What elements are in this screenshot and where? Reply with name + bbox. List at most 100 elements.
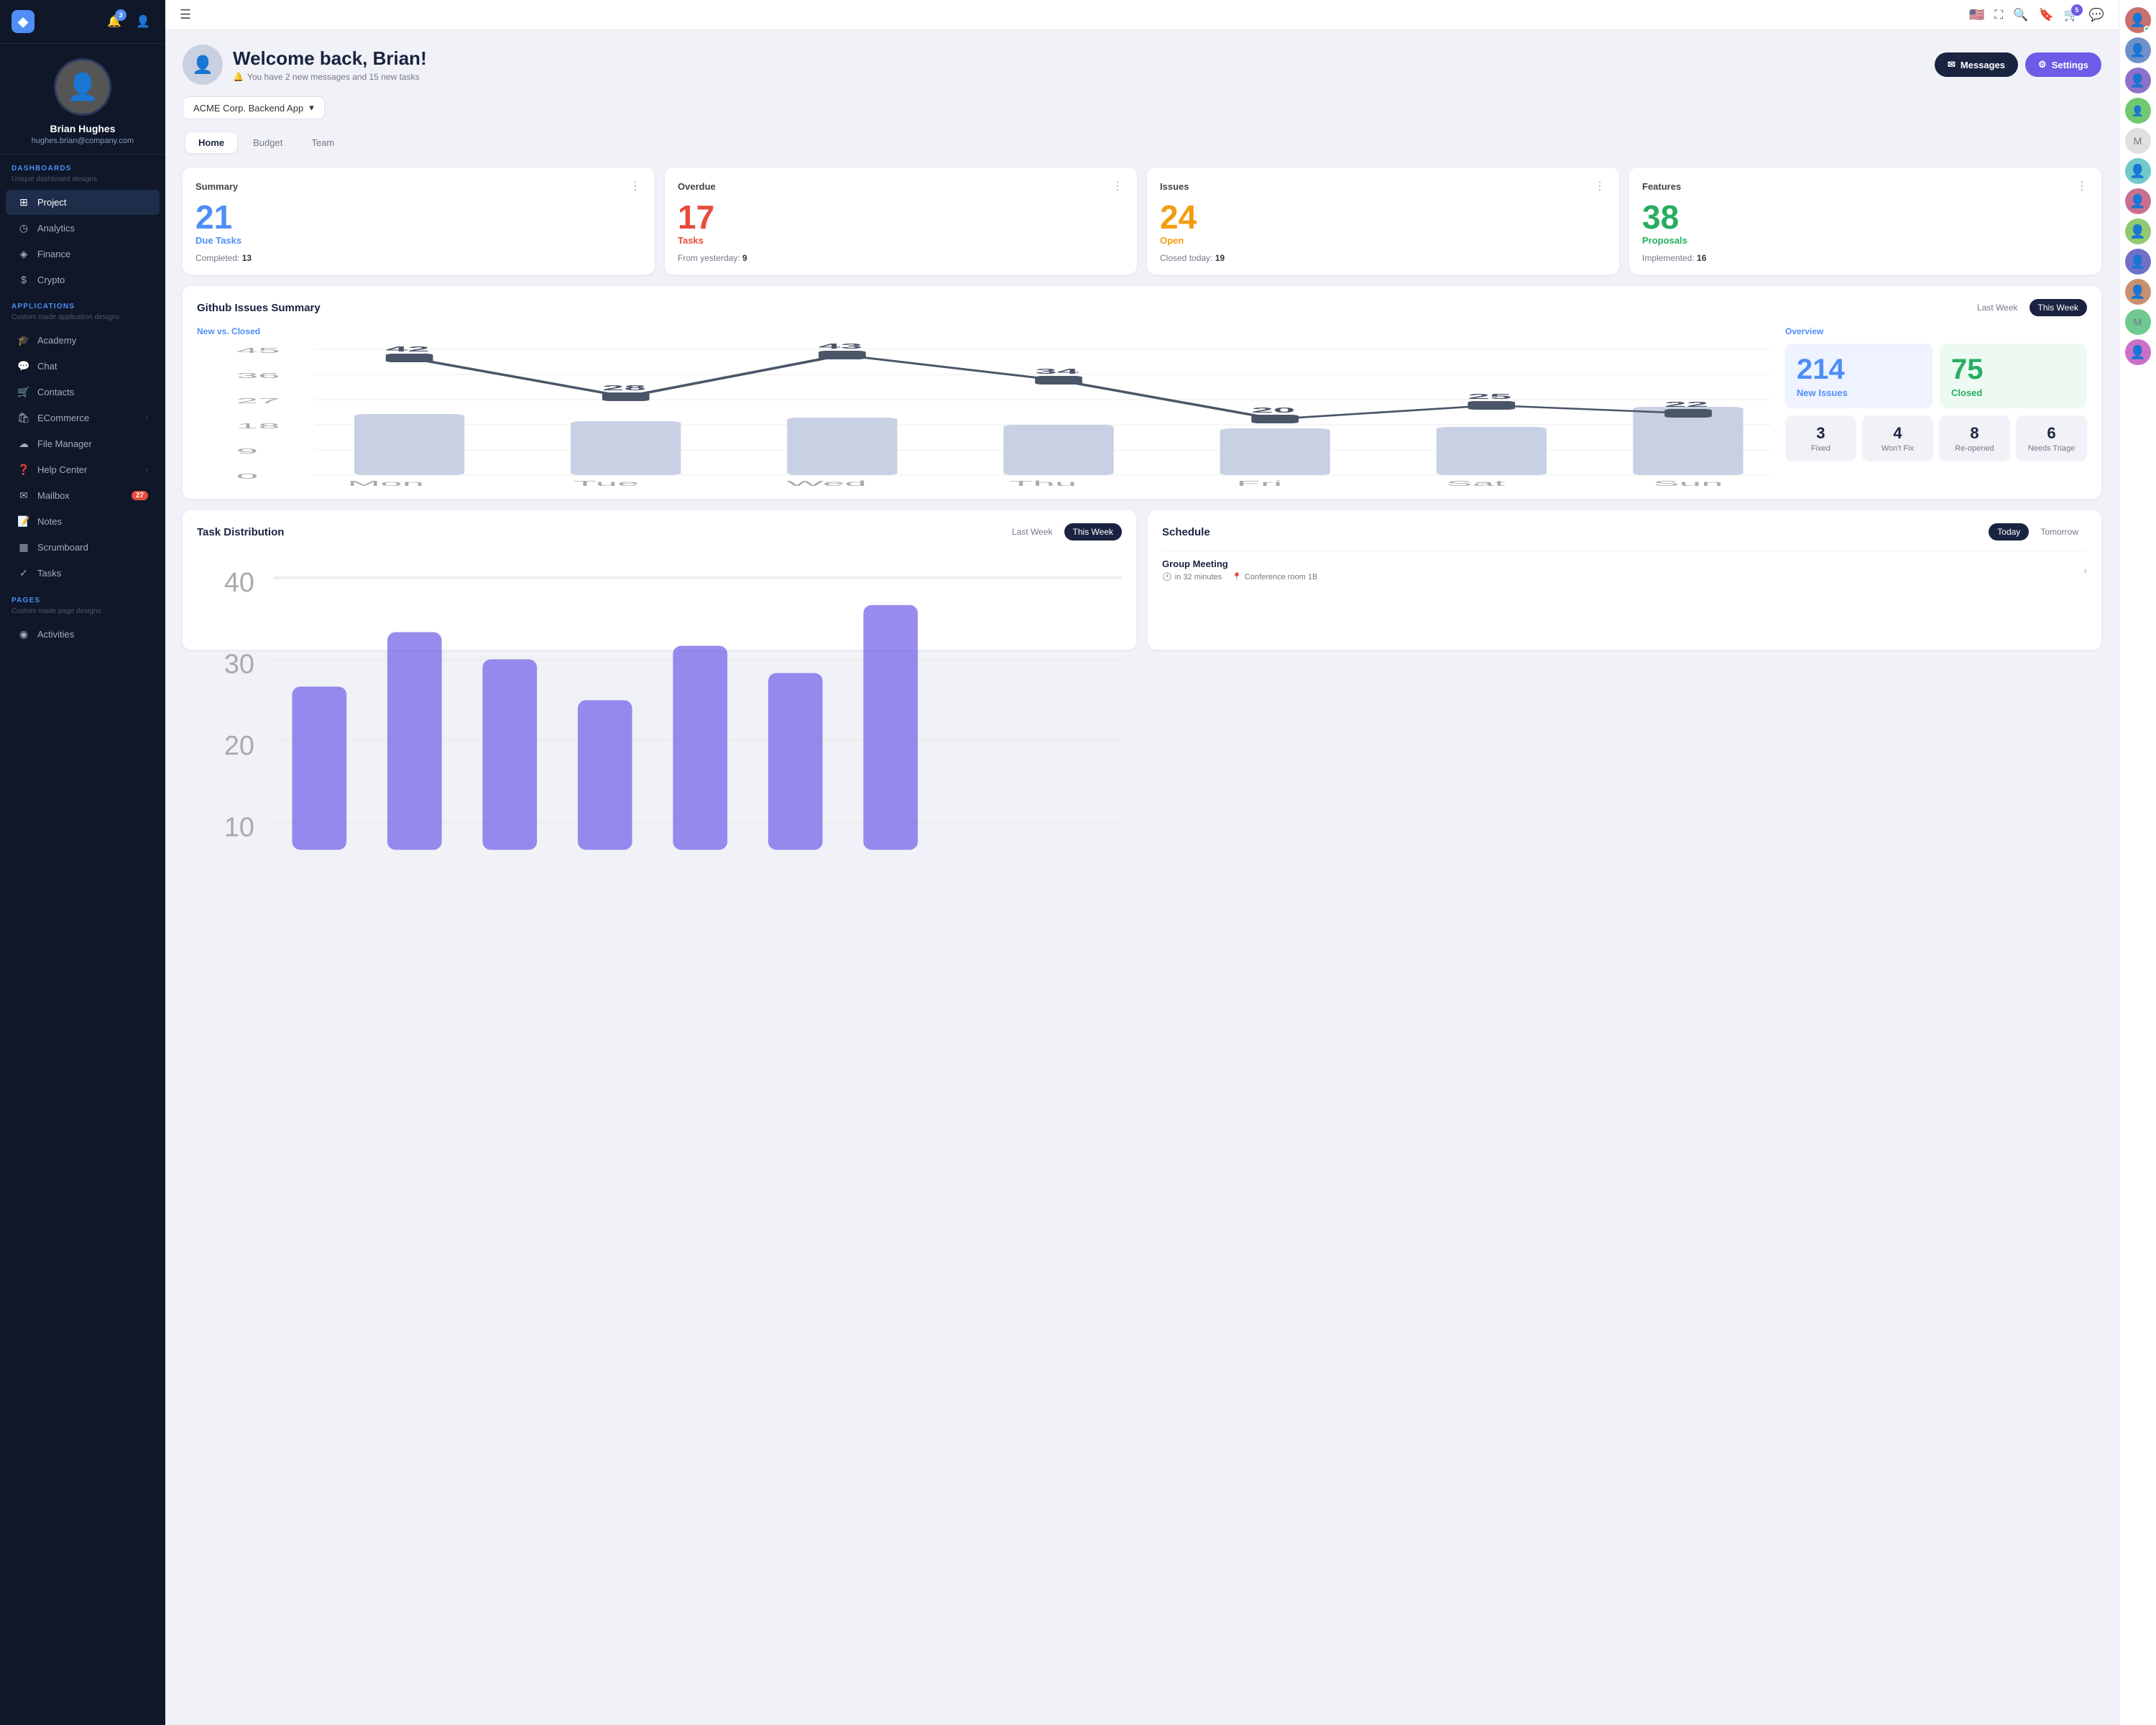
avatar-strip-item[interactable]: 👤 — [2125, 37, 2151, 63]
app-logo[interactable]: ◆ — [11, 10, 34, 33]
task-distribution-card: Task Distribution Last Week This Week 40… — [183, 510, 1136, 650]
closed-number: 75 — [1951, 354, 2076, 386]
sidebar-item-contacts[interactable]: 🛒 Contacts — [6, 380, 160, 405]
svg-text:9: 9 — [236, 447, 258, 455]
schedule-toggle: Today Tomorrow — [1989, 523, 2087, 540]
sidebar-section-label: PAGES — [0, 586, 165, 607]
sidebar-item-scrumboard[interactable]: ▦ Scrumboard — [6, 535, 160, 560]
sidebar-item-mailbox[interactable]: ✉ Mailbox 27 — [6, 483, 160, 508]
schedule-item: Group Meeting 🕐 in 32 minutes 📍 Conferen… — [1162, 551, 2087, 589]
sidebar-item-chat[interactable]: 💬 Chat — [6, 354, 160, 379]
notifications-button[interactable]: 🔔 3 — [103, 11, 125, 32]
expand-icon[interactable]: ⛶ — [1994, 8, 2003, 22]
messages-button[interactable]: ✉ Messages — [1935, 52, 2018, 77]
avatar-strip-item[interactable]: 👤 — [2125, 158, 2151, 184]
svg-text:20: 20 — [224, 731, 254, 761]
avatar-strip-item[interactable]: 👤 — [2125, 279, 2151, 305]
sidebar-item-activities[interactable]: ◉ Activities — [6, 622, 160, 647]
sidebar-item-label: Contacts — [37, 387, 74, 397]
stat-menu-icon[interactable]: ⋮ — [1112, 179, 1124, 193]
schedule-tomorrow-btn[interactable]: Tomorrow — [2032, 523, 2087, 540]
sidebar-item-analytics[interactable]: ◷ Analytics — [6, 216, 160, 241]
avatar-strip-item[interactable]: 👤 — [2125, 339, 2151, 365]
task-dist-chart: 40 30 20 10 — [197, 551, 1122, 637]
this-week-btn[interactable]: This Week — [2030, 299, 2087, 316]
profile-icon-button[interactable]: 👤 — [132, 11, 154, 32]
avatar-strip-item[interactable]: 👤 — [2125, 98, 2151, 124]
welcome-avatar: 👤 — [183, 45, 223, 85]
stat-label: Tasks — [678, 235, 1124, 246]
bottom-row: Task Distribution Last Week This Week 40… — [183, 510, 2101, 650]
clock-icon: 🕐 — [1162, 572, 1172, 581]
stat-menu-icon[interactable]: ⋮ — [2076, 179, 2088, 193]
mini-num: 8 — [1946, 424, 2003, 443]
menu-icon[interactable]: ☰ — [180, 7, 191, 22]
bookmark-icon[interactable]: 🔖 — [2038, 8, 2053, 22]
avatar-strip-item[interactable]: 👤 — [2125, 218, 2151, 244]
dist-chart-svg: 40 30 20 10 — [197, 551, 1122, 877]
activities-icon: ◉ — [17, 628, 30, 640]
chart-area: New vs. Closed 45 36 27 18 9 0 — [197, 326, 1771, 486]
cart-icon[interactable]: 🛒 5 — [2064, 8, 2079, 22]
sidebar-item-academy[interactable]: 🎓 Academy — [6, 328, 160, 353]
closed-card: 75 Closed — [1940, 344, 2087, 408]
analytics-icon: ◷ — [17, 222, 30, 234]
tasks-icon: ✓ — [17, 567, 30, 579]
welcome-title: Welcome back, Brian! — [233, 47, 427, 70]
finance-icon: ◈ — [17, 248, 30, 260]
schedule-header: Schedule Today Tomorrow — [1162, 523, 2087, 540]
svg-text:18: 18 — [236, 422, 280, 430]
tab-budget[interactable]: Budget — [240, 132, 295, 153]
schedule-time: 🕐 in 32 minutes — [1162, 572, 1222, 581]
stat-card-title: Overdue — [678, 181, 716, 192]
stat-card-features: Features ⋮ 38 Proposals Implemented: 16 — [1629, 167, 2101, 275]
github-inner: New vs. Closed 45 36 27 18 9 0 — [197, 326, 2087, 486]
avatar-strip-item[interactable]: 👤 — [2125, 68, 2151, 93]
sidebar-item-tasks[interactable]: ✓ Tasks — [6, 561, 160, 586]
avatar-strip-item[interactable]: M — [2125, 128, 2151, 154]
search-icon[interactable]: 🔍 — [2013, 8, 2028, 22]
sidebar-item-ecommerce[interactable]: 🛍 ECommerce › — [6, 405, 160, 431]
avatar-strip-item[interactable]: 👤 — [2125, 7, 2151, 33]
task-this-week-btn[interactable]: This Week — [1064, 523, 1122, 540]
stat-menu-icon[interactable]: ⋮ — [630, 179, 642, 193]
mini-stat-re-opened: 8 Re-opened — [1939, 415, 2010, 461]
profile-email: hughes.brian@company.com — [32, 137, 134, 145]
last-week-btn[interactable]: Last Week — [1968, 299, 2026, 316]
sidebar-top-icons: 🔔 3 👤 — [103, 11, 154, 32]
sidebar-item-label: ECommerce — [37, 413, 89, 423]
project-selector[interactable]: ACME Corp. Backend App ▾ — [183, 96, 325, 119]
chat-icon[interactable]: 💬 — [2089, 8, 2104, 22]
stat-card-summary: Summary ⋮ 21 Due Tasks Completed: 13 — [183, 167, 655, 275]
settings-button[interactable]: ⚙ Settings — [2025, 52, 2101, 77]
tab-team[interactable]: Team — [298, 132, 347, 153]
sidebar-item-crypto[interactable]: $ Crypto — [6, 267, 160, 292]
ecommerce-icon: 🛍 — [17, 412, 30, 424]
sidebar-item-label: Chat — [37, 361, 57, 372]
sidebar-item-finance[interactable]: ◈ Finance — [6, 242, 160, 267]
filemanager-icon: ☁ — [17, 438, 30, 450]
task-last-week-btn[interactable]: Last Week — [1003, 523, 1061, 540]
new-issues-number: 214 — [1797, 354, 1921, 386]
sidebar-item-notes[interactable]: 📝 Notes — [6, 509, 160, 534]
stat-menu-icon[interactable]: ⋮ — [1594, 179, 1606, 193]
sidebar-item-label: Notes — [37, 516, 62, 527]
sidebar-item-label: Academy — [37, 335, 76, 346]
avatar-strip-item[interactable]: 👤 — [2125, 188, 2151, 214]
stat-label: Due Tasks — [195, 235, 642, 246]
mini-label: Fixed — [1792, 444, 1849, 453]
svg-text:27: 27 — [236, 397, 280, 405]
sidebar-item-filemanager[interactable]: ☁ File Manager — [6, 431, 160, 456]
sidebar-item-helpcenter[interactable]: ❓ Help Center › — [6, 457, 160, 482]
stat-card-header: Summary ⋮ — [195, 179, 642, 193]
schedule-today-btn[interactable]: Today — [1989, 523, 2029, 540]
schedule-title: Schedule — [1162, 526, 1210, 538]
flag-icon[interactable]: 🇺🇸 — [1969, 8, 1984, 22]
sidebar-item-project[interactable]: ⊞ Project — [6, 190, 160, 215]
tab-home[interactable]: Home — [185, 132, 237, 153]
stat-label: Proposals — [1642, 235, 2088, 246]
schedule-arrow[interactable]: › — [2083, 564, 2087, 576]
avatar-strip-item[interactable]: 👤 — [2125, 249, 2151, 275]
avatar-strip-item[interactable]: M — [2125, 309, 2151, 335]
closed-label: Closed — [1951, 387, 2076, 398]
